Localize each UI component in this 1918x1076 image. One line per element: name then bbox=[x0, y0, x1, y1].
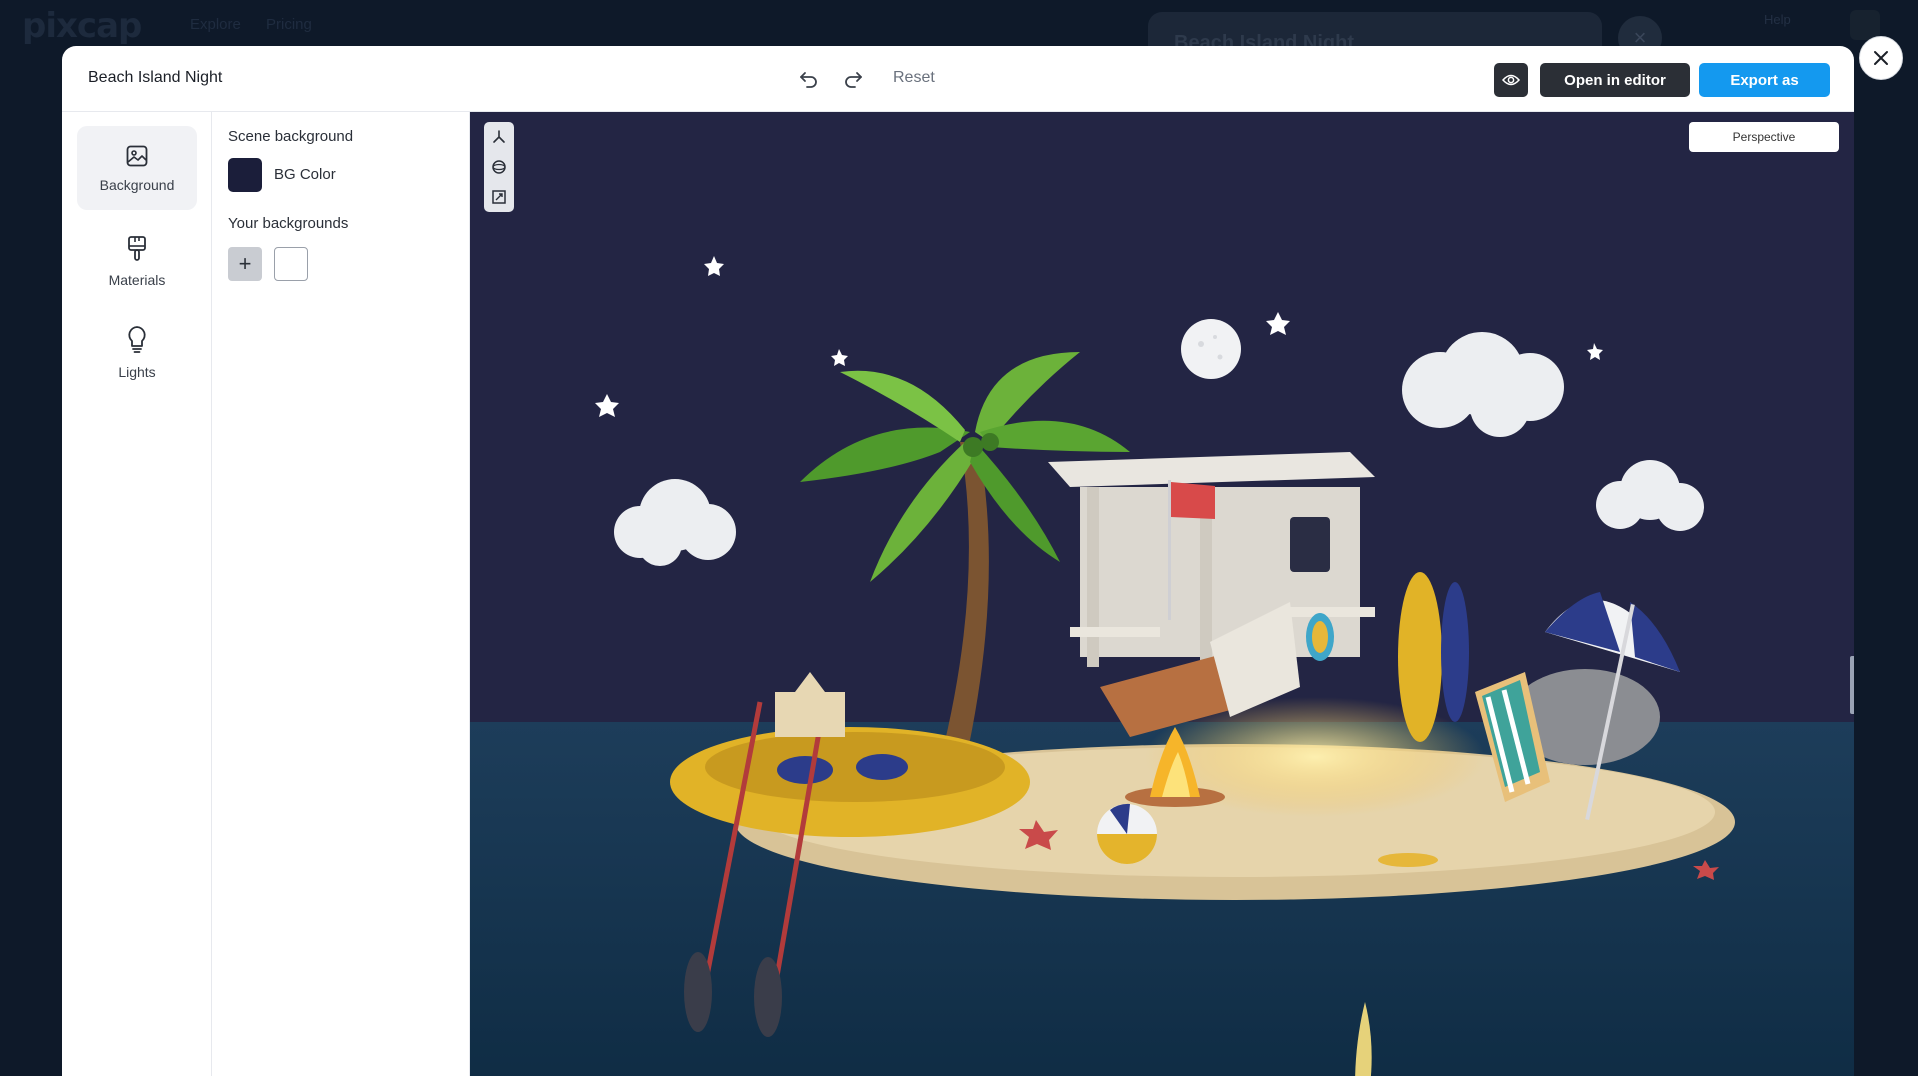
side-panel-handle[interactable] bbox=[1850, 656, 1854, 714]
project-title: Beach Island Night bbox=[88, 69, 223, 86]
sandals bbox=[1378, 853, 1438, 867]
axis-icon bbox=[493, 130, 505, 143]
history-controls: Reset bbox=[793, 62, 935, 94]
redo-icon bbox=[845, 72, 862, 88]
surfboard bbox=[1398, 572, 1442, 742]
image-icon bbox=[126, 145, 148, 166]
add-background-button[interactable]: + bbox=[228, 247, 262, 281]
undo-button[interactable] bbox=[793, 62, 825, 94]
host-logo: pixcap bbox=[22, 6, 142, 46]
host-nav-explore: Explore bbox=[190, 16, 241, 33]
fit-view-button[interactable] bbox=[487, 185, 511, 209]
preview-modal: Beach Island Night Reset Open in editor … bbox=[62, 46, 1854, 1076]
nav-label-materials: Materials bbox=[108, 271, 166, 288]
left-nav: Background Materials Lights bbox=[62, 112, 212, 1076]
background-thumbnail[interactable] bbox=[274, 247, 308, 281]
reset-button[interactable]: Reset bbox=[893, 69, 935, 87]
flag bbox=[1171, 482, 1215, 519]
export-button[interactable]: Export as bbox=[1699, 63, 1830, 97]
lightbulb-icon bbox=[128, 325, 146, 353]
modal-header: Beach Island Night Reset Open in editor … bbox=[62, 46, 1854, 112]
open-in-editor-button[interactable]: Open in editor bbox=[1540, 63, 1690, 97]
viewport-toolbar bbox=[484, 122, 514, 212]
orbit-tool-button[interactable] bbox=[487, 155, 511, 179]
modal-close-button[interactable] bbox=[1859, 36, 1903, 80]
background-panel: Scene background BG Color Your backgroun… bbox=[212, 112, 470, 1076]
your-backgrounds-title: Your backgrounds bbox=[228, 215, 349, 232]
3d-viewport[interactable]: Perspective bbox=[470, 112, 1854, 1076]
beach-island-scene bbox=[470, 256, 1854, 1076]
flag-pole bbox=[1168, 480, 1171, 620]
nav-label-lights: Lights bbox=[118, 363, 156, 380]
host-nav-pricing: Pricing bbox=[266, 16, 312, 33]
undo-icon bbox=[800, 72, 817, 88]
preview-button[interactable] bbox=[1494, 63, 1528, 97]
bg-color-swatch[interactable] bbox=[228, 158, 262, 192]
close-icon bbox=[1874, 51, 1888, 65]
bg-color-label: BG Color bbox=[274, 166, 336, 183]
scene-background-title: Scene background bbox=[228, 128, 354, 145]
nav-item-materials[interactable]: Materials bbox=[77, 219, 197, 303]
paintbrush-icon bbox=[128, 235, 146, 261]
fit-icon bbox=[492, 190, 506, 204]
moon bbox=[1181, 319, 1241, 379]
nav-label-background: Background bbox=[99, 176, 175, 193]
eye-icon bbox=[1502, 74, 1520, 86]
nav-item-background[interactable]: Background bbox=[77, 126, 197, 210]
orbit-icon bbox=[492, 160, 506, 174]
redo-button[interactable] bbox=[837, 62, 869, 94]
camera-mode-dropdown[interactable]: Perspective bbox=[1689, 122, 1839, 152]
axis-tool-button[interactable] bbox=[487, 125, 511, 149]
nav-item-lights[interactable]: Lights bbox=[77, 310, 197, 394]
host-help: Help bbox=[1764, 12, 1791, 27]
